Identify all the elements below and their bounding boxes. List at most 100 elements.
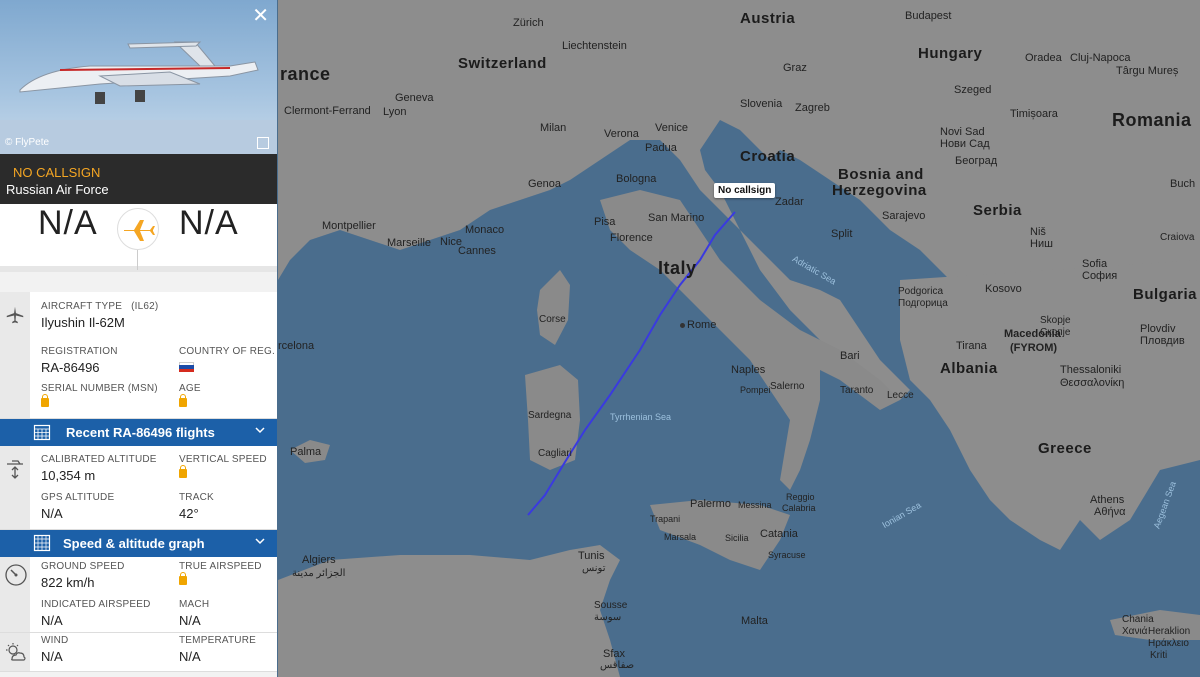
city-algiers-ar: الجزائر مدينة — [292, 568, 346, 579]
city-timisoara: Timișoara — [1010, 108, 1058, 120]
city-podgorica-cyr: Подгорица — [898, 298, 948, 309]
city-chania: Chania — [1122, 614, 1154, 625]
recent-flights-bar[interactable]: Recent RA-86496 flights — [0, 419, 277, 446]
label-switzerland: Switzerland — [458, 55, 547, 72]
city-novisad-cyr: Нови Сад — [940, 138, 990, 150]
city-taranto: Taranto — [840, 385, 874, 396]
label-france: rance — [280, 64, 331, 84]
weather-icon — [4, 641, 26, 663]
mach-label: MACH — [179, 599, 210, 610]
city-pisa: Pisa — [594, 216, 616, 228]
wind-label: WIND — [41, 635, 69, 646]
lock-icon[interactable] — [179, 394, 187, 407]
label-italy: Italy — [658, 258, 697, 278]
city-marseille: Marseille — [387, 237, 432, 249]
destination-code[interactable]: N/A — [179, 204, 239, 243]
city-skopje-cyr: Скопје — [1040, 327, 1071, 338]
airline-label: Russian Air Force — [6, 182, 109, 197]
lock-icon[interactable] — [179, 572, 187, 585]
city-florence: Florence — [610, 232, 653, 244]
sea-tyrrhenian: Tyrrhenian Sea — [610, 412, 672, 422]
city-barcelona: rcelona — [278, 340, 315, 352]
aircraft-icon — [4, 304, 26, 326]
city-zadar: Zadar — [775, 196, 804, 208]
city-geneva: Geneva — [395, 92, 434, 104]
wind-value: N/A — [41, 649, 63, 664]
indicated-airspeed-value: N/A — [41, 613, 63, 628]
city-sousse: Sousse — [594, 600, 628, 611]
aircraft-photo[interactable]: ✕ © FlyPete — [0, 0, 277, 154]
city-athens: Athens — [1090, 494, 1125, 506]
mach-value: N/A — [179, 613, 201, 628]
city-zagreb: Zagreb — [795, 102, 830, 114]
photo-credit[interactable]: © FlyPete — [5, 137, 49, 148]
external-link-icon[interactable] — [257, 137, 269, 149]
city-heraklion-gr: Ηράκλειο — [1148, 638, 1189, 649]
city-beograd: Београд — [955, 155, 998, 167]
city-szeged: Szeged — [954, 84, 992, 96]
calibrated-altitude-value: 10,354 m — [41, 468, 96, 483]
city-nis-cyr: Ниш — [1030, 238, 1053, 250]
city-skopje: Skopje — [1040, 315, 1071, 326]
lock-icon[interactable] — [41, 394, 49, 407]
city-kriti: Kriti — [1150, 650, 1168, 661]
track-label: TRACK — [179, 492, 214, 503]
route-box: N/A N/A — [0, 204, 277, 270]
city-sarajevo: Sarajevo — [882, 210, 926, 222]
weather-info-block: WIND N/A TEMPERATURE N/A — [0, 632, 277, 672]
registration-value[interactable]: RA-86496 — [41, 360, 118, 375]
city-venice: Venice — [655, 122, 689, 134]
lock-icon[interactable] — [179, 465, 187, 478]
city-kosovo: Kosovo — [985, 283, 1022, 295]
origin-code[interactable]: N/A — [38, 204, 98, 243]
label-bulgaria: Bulgaria — [1133, 286, 1198, 303]
city-bari: Bari — [840, 350, 860, 362]
callsign-tag[interactable]: No callsign — [714, 183, 776, 198]
speedometer-icon — [4, 563, 27, 586]
label-bosnia-1: Bosnia and — [838, 166, 924, 183]
chevron-down-icon — [255, 538, 265, 545]
city-plovdiv: Plovdiv — [1140, 323, 1176, 335]
city-liechtenstein: Liechtenstein — [562, 40, 627, 52]
city-reggio: Reggio — [786, 492, 815, 502]
gps-altitude-value: N/A — [41, 506, 63, 521]
chevron-down-icon — [255, 427, 265, 434]
speed-altitude-graph-label: Speed & altitude graph — [63, 536, 205, 551]
city-sardegna: Sardegna — [528, 410, 572, 421]
city-palermo: Palermo — [690, 498, 731, 510]
city-graz: Graz — [783, 62, 807, 74]
true-airspeed-label: TRUE AIRSPEED — [179, 561, 262, 572]
aircraft-photo-image — [0, 41, 277, 154]
city-plovdiv-cyr: Пловдив — [1140, 335, 1185, 347]
city-thessaloniki-gr: Θεσσαλονίκη — [1060, 377, 1125, 389]
city-sfax-ar: صفاقس — [600, 660, 635, 671]
city-salerno: Salerno — [770, 381, 805, 392]
city-naples: Naples — [731, 364, 766, 376]
city-calabria: Calabria — [782, 503, 816, 513]
city-cannes: Cannes — [458, 245, 496, 257]
gps-altitude-label: GPS ALTITUDE — [41, 492, 115, 503]
city-slovenia: Slovenia — [740, 98, 783, 110]
graph-icon — [33, 534, 51, 552]
city-rome: Rome — [687, 319, 717, 331]
country-of-reg-label: COUNTRY OF REG. — [179, 346, 275, 357]
city-montpellier: Montpellier — [322, 220, 376, 232]
label-hungary: Hungary — [918, 45, 983, 62]
calendar-icon — [33, 424, 51, 441]
city-buch: Buch — [1170, 178, 1196, 190]
city-sousse-ar: سوسة — [594, 612, 622, 623]
calibrated-altitude-label: CALIBRATED ALTITUDE — [41, 454, 157, 465]
ground-speed-label: GROUND SPEED — [41, 561, 125, 572]
city-tunis: Tunis — [578, 550, 605, 562]
aircraft-type-label: AIRCRAFT TYPE (IL62) — [41, 301, 159, 312]
city-clermont: Clermont-Ferrand — [284, 105, 371, 117]
city-heraklion: Heraklion — [1148, 626, 1191, 637]
city-padua: Padua — [645, 142, 677, 154]
aircraft-type-value[interactable]: Ilyushin Il-62M — [41, 315, 158, 330]
city-sfax: Sfax — [603, 648, 626, 660]
city-messina: Messina — [738, 500, 772, 510]
speed-altitude-graph-bar[interactable]: Speed & altitude graph — [0, 530, 277, 557]
close-icon[interactable]: ✕ — [252, 3, 269, 28]
city-chania-gr: Χανιά — [1122, 626, 1148, 637]
registration-label: REGISTRATION — [41, 346, 118, 357]
